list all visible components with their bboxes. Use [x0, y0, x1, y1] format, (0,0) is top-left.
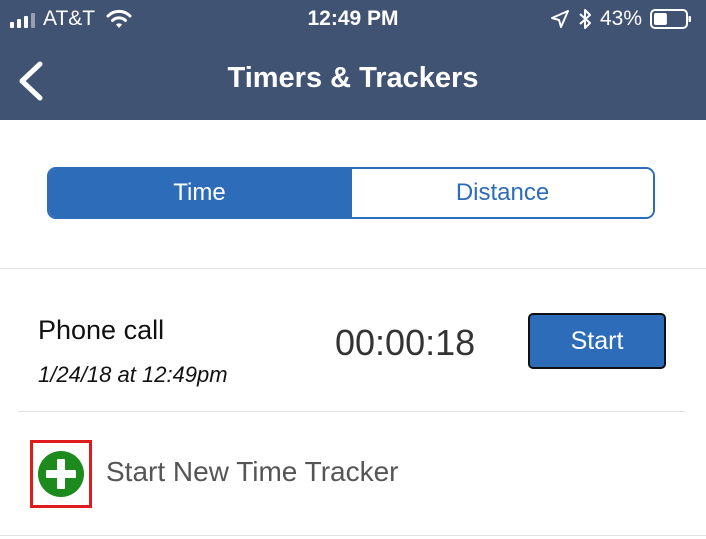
battery-icon [650, 9, 691, 29]
bottom-divider [0, 535, 706, 536]
add-circle-icon[interactable] [36, 449, 86, 499]
tracker-elapsed-time: 00:00:18 [335, 322, 476, 363]
app-header: AT&T 12:49 PM 43% Timers & Trackers [0, 0, 706, 120]
tracker-date: 1/24/18 at 12:49pm [38, 362, 228, 387]
add-tracker-row[interactable]: Start New Time Tracker [0, 438, 706, 510]
section-divider [0, 268, 706, 269]
tab-time[interactable]: Time [49, 169, 350, 217]
row-divider [18, 411, 685, 412]
status-right: 43% [550, 7, 692, 31]
status-bar: AT&T 12:49 PM 43% [0, 0, 706, 40]
tracker-name: Phone call [38, 315, 165, 345]
add-tracker-label[interactable]: Start New Time Tracker [106, 456, 399, 488]
battery-percent: 43% [599, 7, 642, 30]
add-icon-highlight [30, 440, 92, 508]
location-arrow-icon [550, 10, 569, 28]
bluetooth-icon [579, 9, 591, 29]
page-title: Timers & Trackers [227, 62, 479, 94]
segmented-control: Time Distance [47, 167, 655, 219]
start-button[interactable]: Start [528, 313, 666, 369]
nav-bar: Timers & Trackers [0, 40, 706, 120]
tab-distance[interactable]: Distance [350, 169, 653, 217]
